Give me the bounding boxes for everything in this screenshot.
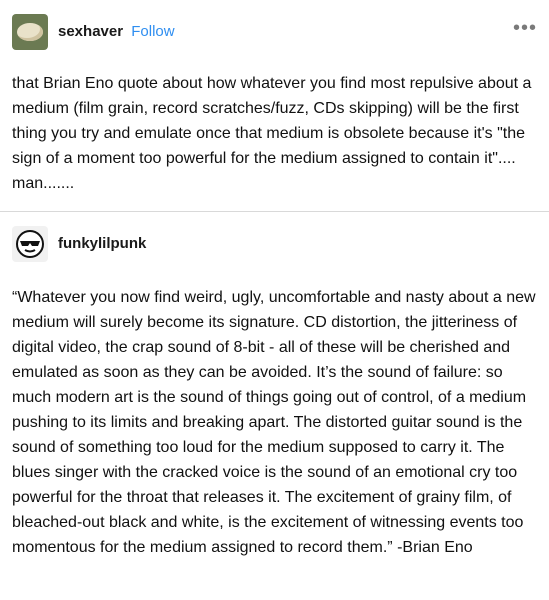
bread-bun-avatar-icon (17, 23, 43, 41)
username-link[interactable]: sexhaver (58, 23, 123, 40)
sunglasses-face-avatar-icon (16, 230, 44, 258)
avatar[interactable] (12, 226, 48, 262)
post-header: sexhaver Follow ••• (12, 14, 537, 50)
reblog-header: funkylilpunk (12, 226, 537, 262)
post-card: sexhaver Follow ••• that Brian Eno quote… (0, 0, 549, 600)
divider (0, 211, 549, 212)
avatar[interactable] (12, 14, 48, 50)
post-body: that Brian Eno quote about how whatever … (12, 75, 532, 192)
reblog-body: “Whatever you now find weird, ugly, unco… (12, 289, 536, 556)
follow-button[interactable]: Follow (131, 23, 174, 40)
post-author: sexhaver Follow (58, 23, 175, 40)
more-options-icon[interactable]: ••• (513, 18, 537, 38)
username-link[interactable]: funkylilpunk (58, 235, 146, 252)
